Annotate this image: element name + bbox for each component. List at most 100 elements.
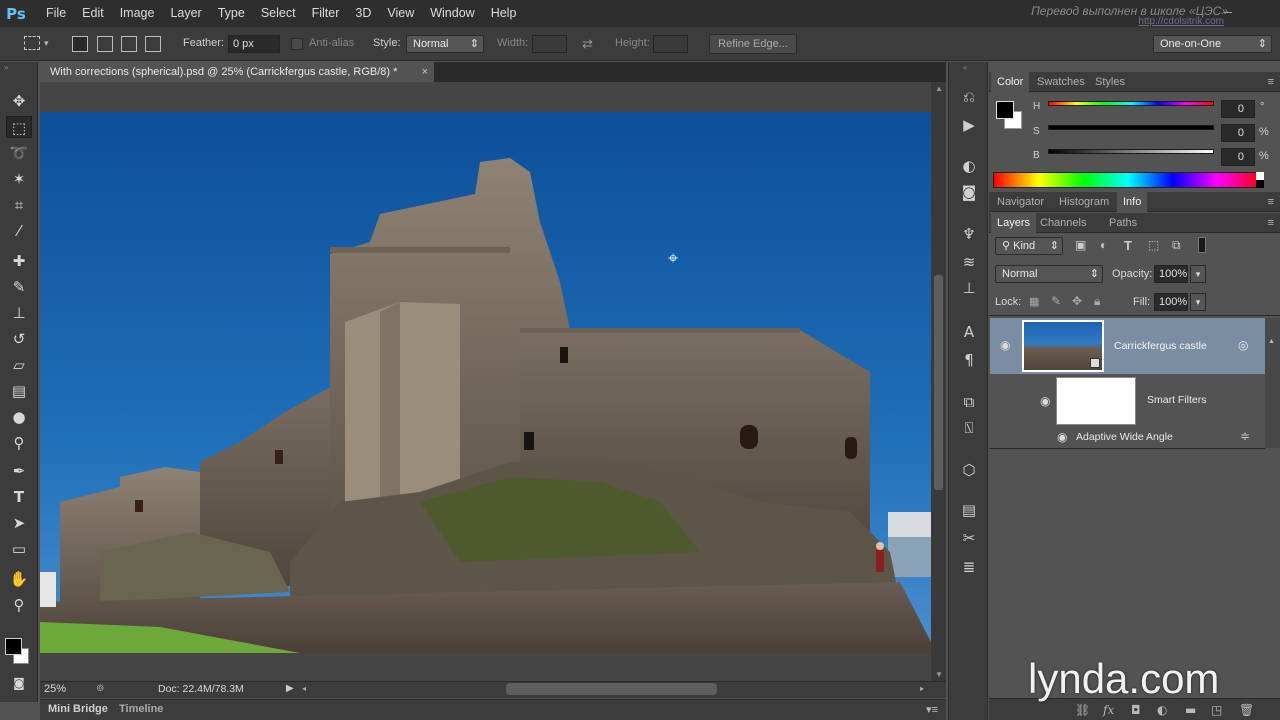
tab-paths[interactable]: Paths: [1103, 213, 1143, 233]
3d-icon[interactable]: ⬡: [959, 460, 979, 480]
menu-filter[interactable]: Filter: [304, 0, 348, 27]
color-foreground-swatch[interactable]: [996, 101, 1014, 119]
adjustment-layer-icon[interactable]: ◐: [1157, 703, 1167, 717]
crop-tool-icon[interactable]: ⌗: [6, 194, 32, 216]
ramp-black-swatch[interactable]: [1256, 180, 1264, 188]
panel-menu-icon[interactable]: ▾≡: [926, 703, 938, 716]
expand-panels-icon[interactable]: «: [963, 63, 967, 72]
vertical-scroll-thumb[interactable]: [934, 275, 943, 490]
new-selection-icon[interactable]: [72, 36, 88, 52]
dodge-tool-icon[interactable]: ⚲: [6, 432, 32, 454]
history-icon[interactable]: ⎌: [959, 87, 979, 107]
tab-color[interactable]: Color: [991, 72, 1030, 92]
width-input[interactable]: [532, 35, 567, 53]
layer-row-adaptive-wide-angle[interactable]: ◉ Adaptive Wide Angle ≑: [990, 427, 1265, 448]
lasso-tool-icon[interactable]: ➰: [6, 142, 32, 164]
tab-info[interactable]: Info: [1117, 192, 1148, 212]
paragraph-icon[interactable]: ¶: [959, 350, 979, 370]
panel-menu-icon[interactable]: ≡: [1268, 196, 1274, 208]
color-spectrum-ramp[interactable]: [993, 172, 1263, 188]
menu-edit[interactable]: Edit: [74, 0, 112, 27]
fill-dropdown-icon[interactable]: ▾: [1190, 293, 1206, 311]
hue-slider[interactable]: [1048, 101, 1214, 106]
style-select[interactable]: Normal ⇕: [406, 35, 484, 53]
saturation-slider[interactable]: [1048, 125, 1214, 130]
add-mask-icon[interactable]: ◘: [1131, 703, 1141, 717]
healing-brush-tool-icon[interactable]: ✚: [6, 250, 32, 272]
fill-input[interactable]: 100%: [1154, 293, 1188, 311]
antialias-checkbox[interactable]: [291, 38, 303, 50]
layer-name[interactable]: Carrickfergus castle: [1114, 340, 1207, 352]
notes-icon[interactable]: ▤: [959, 500, 979, 520]
lock-transparent-icon[interactable]: ▦: [1029, 295, 1039, 308]
brightness-value[interactable]: 0: [1221, 148, 1255, 166]
filter-kind-select[interactable]: ⚲ Kind ⇕: [995, 237, 1063, 255]
tab-histogram[interactable]: Histogram: [1053, 192, 1115, 212]
workspace-select[interactable]: One-on-One ⇕: [1153, 35, 1272, 53]
filter-shape-icon[interactable]: ⬚: [1148, 238, 1159, 252]
fx-icon[interactable]: fx: [1103, 703, 1114, 717]
lock-move-icon[interactable]: ✥: [1072, 294, 1082, 308]
status-menu-icon[interactable]: ▶: [286, 683, 294, 694]
lock-all-icon[interactable]: 🔒︎: [1094, 294, 1100, 309]
add-selection-icon[interactable]: [97, 36, 113, 52]
collapse-icon[interactable]: »: [4, 63, 8, 72]
pen-tool-icon[interactable]: ✒: [6, 460, 32, 482]
layers-scrollbar[interactable]: ▲: [1265, 318, 1280, 448]
scroll-right-icon[interactable]: ▸: [920, 684, 924, 693]
trash-icon[interactable]: 🗑︎: [1239, 703, 1254, 717]
adjustments-icon[interactable]: ◐: [959, 156, 979, 176]
tab-timeline[interactable]: Timeline: [119, 703, 163, 715]
properties-icon[interactable]: ⍂: [959, 418, 979, 438]
scroll-left-icon[interactable]: ◂: [302, 684, 306, 693]
tab-styles[interactable]: Styles: [1089, 72, 1131, 92]
menu-window[interactable]: Window: [422, 0, 482, 27]
watermark-url[interactable]: http://cdolsitrik.com: [1138, 16, 1224, 27]
eye-icon[interactable]: ◉: [1057, 430, 1067, 444]
marquee-tool-icon[interactable]: ⬚: [6, 116, 32, 138]
move-tool-icon[interactable]: ✥: [6, 90, 32, 112]
history-brush-tool-icon[interactable]: ↺: [6, 328, 32, 350]
new-layer-icon[interactable]: ◳: [1211, 703, 1222, 717]
scroll-down-icon[interactable]: ▼: [935, 670, 943, 679]
menu-3d[interactable]: 3D: [347, 0, 379, 27]
link-layers-icon[interactable]: ⛓: [1075, 703, 1090, 717]
tools-presets-icon[interactable]: ✂: [959, 528, 979, 548]
filter-blending-options-icon[interactable]: ≑: [1240, 429, 1250, 443]
blur-tool-icon[interactable]: ●: [6, 406, 32, 428]
hue-value[interactable]: 0: [1221, 100, 1255, 118]
eye-icon[interactable]: ◉: [1040, 394, 1050, 408]
brush-tool-icon[interactable]: ✎: [6, 276, 32, 298]
eyedropper-tool-icon[interactable]: ⁄: [6, 220, 32, 242]
character-icon[interactable]: A: [959, 322, 979, 342]
filter-adjustment-icon[interactable]: ◐: [1100, 238, 1107, 252]
scroll-up-icon[interactable]: ▲: [1268, 338, 1275, 345]
hand-tool-icon[interactable]: ✋: [6, 568, 32, 590]
horizontal-scroll-thumb[interactable]: [506, 683, 717, 695]
new-group-icon[interactable]: ▬: [1185, 703, 1196, 717]
type-tool-icon[interactable]: T: [6, 486, 32, 508]
layer-row-carrickfergus[interactable]: ◉ Carrickfergus castle ◎: [990, 318, 1265, 374]
menu-type[interactable]: Type: [210, 0, 253, 27]
filter-type-icon[interactable]: T: [1124, 238, 1132, 253]
opacity-input[interactable]: 100%: [1154, 265, 1188, 283]
height-input[interactable]: [653, 35, 688, 53]
tab-channels[interactable]: Channels: [1034, 213, 1092, 233]
rectangle-tool-icon[interactable]: ▭: [6, 538, 32, 560]
quick-mask-icon[interactable]: ◙: [6, 672, 32, 694]
document-tab[interactable]: With corrections (spherical).psd @ 25% (…: [40, 62, 434, 82]
document-icon[interactable]: ≣: [959, 557, 979, 577]
menu-file[interactable]: File: [32, 0, 74, 27]
scroll-up-icon[interactable]: ▲: [935, 84, 943, 93]
refine-edge-button[interactable]: Refine Edge...: [709, 34, 797, 54]
opacity-dropdown-icon[interactable]: ▾: [1190, 265, 1206, 283]
menu-select[interactable]: Select: [253, 0, 304, 27]
ramp-white-swatch[interactable]: [1256, 172, 1264, 180]
menu-help[interactable]: Help: [483, 0, 525, 27]
zoom-level[interactable]: 25%: [44, 683, 66, 695]
brush-presets-icon[interactable]: ♆: [959, 224, 979, 244]
tab-layers[interactable]: Layers: [991, 213, 1037, 233]
zoom-tool-icon[interactable]: ⚲: [6, 594, 32, 616]
marquee-preset-icon[interactable]: [24, 36, 40, 50]
tab-navigator[interactable]: Navigator: [991, 192, 1050, 212]
